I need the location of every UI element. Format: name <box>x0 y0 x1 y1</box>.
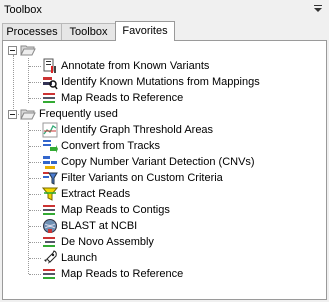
convert-tracks-icon <box>42 138 58 154</box>
tree-item[interactable]: Map Reads to Contigs <box>42 202 170 218</box>
tree-item-label: Identify Known Mutations from Mappings <box>61 76 260 88</box>
tab-favorites[interactable]: Favorites <box>115 21 175 41</box>
graph-threshold-icon <box>42 122 58 138</box>
favorites-panel: Annotate from Known Variants Identify Kn… <box>2 40 327 300</box>
collapse-toggle-icon[interactable] <box>8 46 17 55</box>
window-title: Toolbox <box>4 4 42 16</box>
tree-item-label: Extract Reads <box>61 188 131 200</box>
tree-folder[interactable]: Frequently used <box>20 106 118 122</box>
tree-item[interactable]: Filter Variants on Custom Criteria <box>42 170 223 186</box>
tab-processes[interactable]: Processes <box>2 23 62 40</box>
tree-item[interactable]: Copy Number Variant Detection (CNVs) <box>42 154 255 170</box>
tree-item[interactable]: Map Reads to Reference <box>42 266 183 282</box>
map-contigs-icon <box>42 202 58 218</box>
tree-item-label: Map Reads to Reference <box>61 268 184 280</box>
tree-item-label: Identify Graph Threshold Areas <box>61 124 214 136</box>
tab-toolbox[interactable]: Toolbox <box>61 23 116 40</box>
variant-annotate-icon <box>42 58 58 74</box>
map-reads-icon <box>42 266 58 282</box>
tree-item[interactable]: Launch <box>42 250 97 266</box>
tree-item-label: Map Reads to Reference <box>61 92 184 104</box>
tree-item[interactable]: Convert from Tracks <box>42 138 160 154</box>
favorites-tree: Annotate from Known Variants Identify Kn… <box>3 41 326 299</box>
tree-item[interactable]: Identify Graph Threshold Areas <box>42 122 213 138</box>
filter-variants-icon <box>42 170 58 186</box>
tree-item-label: Filter Variants on Custom Criteria <box>61 172 223 184</box>
tree-item-label: Convert from Tracks <box>61 140 161 152</box>
launch-icon <box>42 250 58 266</box>
window-titlebar: Toolbox <box>0 0 329 20</box>
tree-item[interactable]: De Novo Assembly <box>42 234 154 250</box>
tree-folder[interactable] <box>20 42 39 58</box>
extract-reads-icon <box>42 186 58 202</box>
tree-item-label: Copy Number Variant Detection (CNVs) <box>61 156 255 168</box>
folder-open-icon <box>20 106 36 122</box>
tree-item[interactable]: Map Reads to Reference <box>42 90 183 106</box>
tree-item-label: Map Reads to Contigs <box>61 204 170 216</box>
tree-folder-label: Frequently used <box>39 108 118 120</box>
cnv-detection-icon <box>42 154 58 170</box>
tree-item-label: De Novo Assembly <box>61 236 154 248</box>
tree-item[interactable]: Annotate from Known Variants <box>42 58 209 74</box>
collapse-toggle-icon[interactable] <box>8 110 17 119</box>
tree-item[interactable]: BLAST at NCBI <box>42 218 137 234</box>
tree-item[interactable]: Identify Known Mutations from Mappings <box>42 74 260 90</box>
tree-item[interactable]: Extract Reads <box>42 186 130 202</box>
folder-open-icon <box>20 42 36 58</box>
map-reads-icon <box>42 90 58 106</box>
tree-item-label: Annotate from Known Variants <box>61 60 210 72</box>
tree-item-label: BLAST at NCBI <box>61 220 138 232</box>
tree-item-label: Launch <box>61 252 98 264</box>
mutation-identify-icon <box>42 74 58 90</box>
blast-ncbi-icon <box>42 218 58 234</box>
dropdown-triangle-icon[interactable] <box>313 4 323 14</box>
de-novo-assembly-icon <box>42 234 58 250</box>
